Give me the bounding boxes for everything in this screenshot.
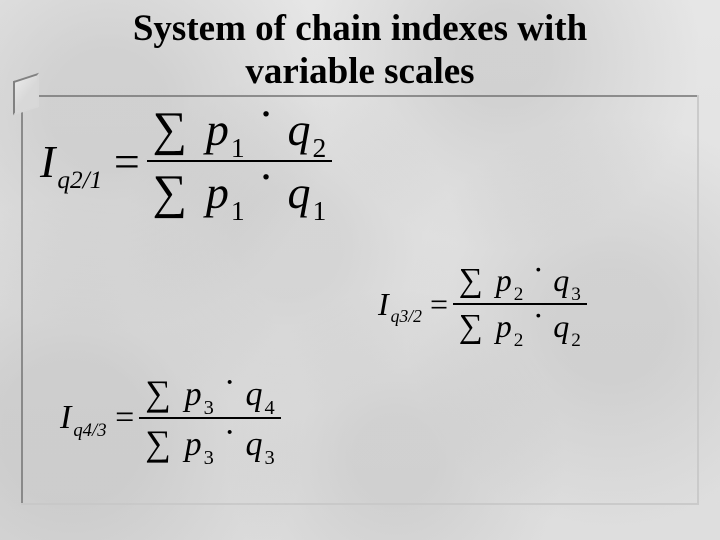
eq1-sub: q2/1: [57, 166, 102, 195]
eq2-sub: q3/2: [391, 306, 422, 327]
sigma-icon: ∑: [459, 262, 483, 299]
title-line-1: System of chain indexes with: [133, 8, 587, 49]
bullet-icon: [13, 73, 39, 115]
equation-iq43: I q4/3 = ∑ p3 · q4 ∑ p3 · q3: [60, 372, 281, 464]
eq3-equals: =: [115, 399, 134, 437]
slide: System of chain indexes with variable sc…: [0, 0, 720, 540]
sigma-icon: ∑: [153, 103, 187, 156]
slide-title: System of chain indexes with variable sc…: [0, 8, 720, 93]
eq1-I: I: [40, 135, 55, 188]
eq2-I: I: [378, 286, 389, 323]
sigma-icon: ∑: [459, 308, 483, 345]
eq2-fraction: ∑ p2 · q3 ∑ p2 · q2: [453, 262, 587, 346]
sigma-icon: ∑: [145, 423, 170, 463]
eq1-equals: =: [114, 135, 140, 188]
eq2-equals: =: [430, 286, 448, 323]
eq3-fraction: ∑ p3 · q4 ∑ p3 · q3: [139, 372, 280, 464]
eq3-sub: q4/3: [73, 420, 106, 442]
title-line-2: variable scales: [245, 51, 474, 92]
equation-iq32: I q3/2 = ∑ p2 · q3 ∑ p2 · q2: [378, 262, 587, 346]
sigma-icon: ∑: [153, 166, 187, 219]
sigma-icon: ∑: [145, 373, 170, 413]
eq3-I: I: [60, 399, 71, 437]
eq1-fraction: ∑ p1 · q2 ∑ p1 · q1: [147, 102, 333, 220]
equation-iq21: I q2/1 = ∑ p1 · q2 ∑ p1 · q1: [40, 102, 332, 220]
